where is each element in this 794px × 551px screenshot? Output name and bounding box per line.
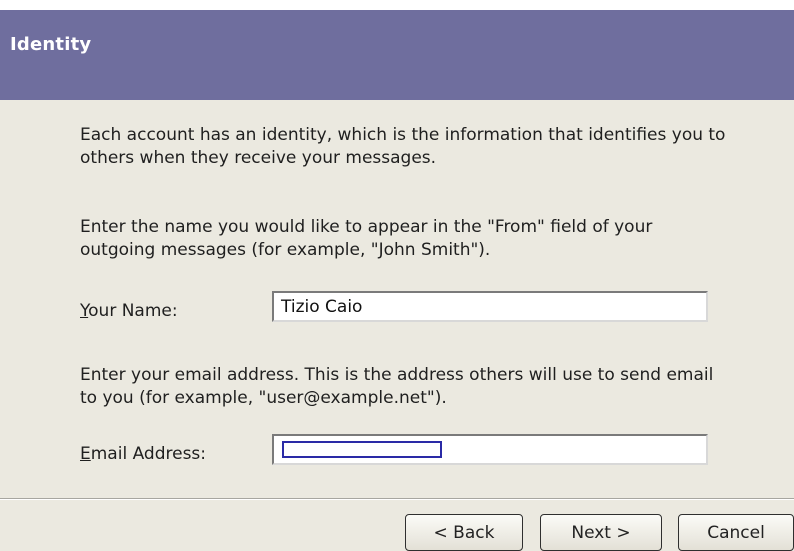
- name-instruction: Enter the name you would like to appear …: [80, 217, 653, 260]
- focus-rectangle: [282, 441, 442, 458]
- your-name-label: Your Name:: [80, 301, 178, 321]
- name-label-mnemonic: Y: [80, 301, 89, 321]
- intro-text: Each account has an identity, which is t…: [80, 125, 726, 168]
- account-wizard-window: Identity: [0, 10, 794, 551]
- email-label-mnemonic: E: [80, 444, 91, 464]
- email-address-input[interactable]: [272, 434, 708, 465]
- your-name-input[interactable]: Tizio Caio: [272, 291, 708, 322]
- email-address-label: Email Address:: [80, 444, 206, 464]
- wizard-header: Identity: [0, 10, 794, 100]
- email-instruction: Enter your email address. This is the ad…: [80, 365, 714, 408]
- page-title: Identity: [10, 34, 92, 55]
- your-name-value: Tizio Caio: [281, 297, 363, 317]
- footer-separator: [0, 498, 794, 500]
- name-label-text: our Name:: [88, 301, 178, 321]
- cancel-button[interactable]: Cancel: [678, 514, 794, 551]
- next-button[interactable]: Next >: [540, 514, 662, 551]
- back-button[interactable]: < Back: [405, 514, 523, 551]
- email-label-text: mail Address:: [90, 444, 207, 464]
